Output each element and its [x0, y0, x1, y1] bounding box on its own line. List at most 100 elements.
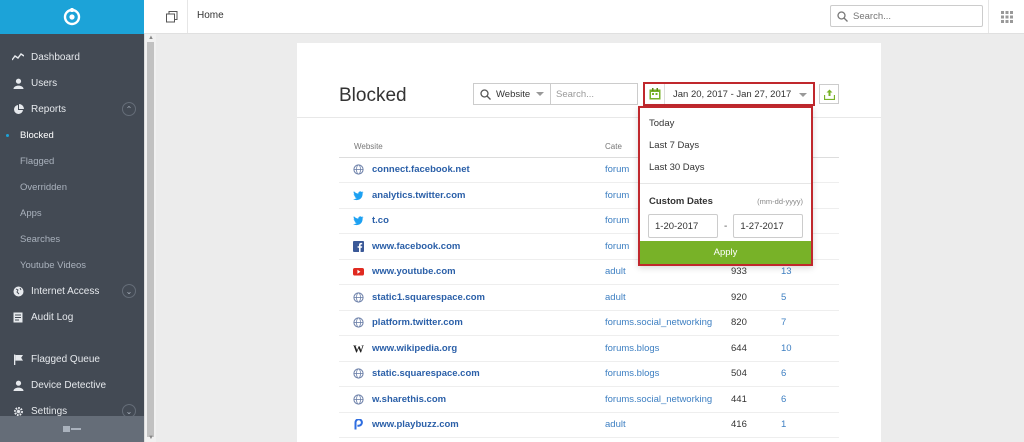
- category-cell[interactable]: forums.social_networking: [605, 310, 731, 336]
- website-link[interactable]: analytics.twitter.com: [372, 190, 465, 201]
- users-link[interactable]: 6: [781, 368, 786, 379]
- apps-grid-button[interactable]: [988, 0, 1024, 33]
- sidebar-item-device-detective[interactable]: Device Detective: [0, 372, 144, 398]
- filter-search-input[interactable]: Search...: [550, 83, 638, 105]
- website-cell[interactable]: static1.squarespace.com: [339, 284, 605, 311]
- search-input[interactable]: [853, 10, 973, 22]
- sidebar-collapse-button[interactable]: [0, 416, 144, 442]
- website-cell[interactable]: www.youtube.com: [339, 259, 605, 285]
- category-cell[interactable]: forums.social_networking: [605, 386, 731, 413]
- table-row[interactable]: platform.twitter.com forums.social_networ…: [339, 310, 839, 336]
- sidebar-item-blocked[interactable]: Blocked: [0, 122, 144, 148]
- category-cell[interactable]: forums.blogs: [605, 361, 731, 387]
- category-link[interactable]: forum: [605, 215, 629, 226]
- sidebar-item-label: Reports: [31, 103, 67, 115]
- sidebar-item-flagged-queue[interactable]: Flagged Queue: [0, 346, 144, 372]
- users-cell[interactable]: 1: [781, 412, 839, 438]
- chevron-up-icon[interactable]: ⌃: [122, 102, 136, 116]
- filter-type-select[interactable]: Website: [473, 83, 551, 105]
- category-link[interactable]: forums.blogs: [605, 343, 659, 354]
- sidebar-item-overridden[interactable]: Overridden: [0, 174, 144, 200]
- globe-icon: [353, 317, 364, 328]
- date-range-picker[interactable]: Jan 20, 2017 - Jan 27, 2017: [643, 82, 815, 106]
- website-link[interactable]: www.facebook.com: [372, 241, 460, 252]
- category-cell[interactable]: forums.blogs: [605, 335, 731, 362]
- website-cell[interactable]: static.squarespace.com: [339, 361, 605, 387]
- users-link[interactable]: 10: [781, 343, 792, 354]
- sidebar-item-internet-access[interactable]: Internet Access ⌄: [0, 278, 144, 304]
- table-row[interactable]: w.sharethis.com forums.social_networking 4…: [339, 386, 839, 413]
- website-cell[interactable]: platform.twitter.com: [339, 310, 605, 336]
- category-link[interactable]: adult: [605, 419, 626, 430]
- users-cell[interactable]: 6: [781, 386, 839, 413]
- window-toggle-button[interactable]: [156, 0, 188, 33]
- sidebar-item-apps[interactable]: Apps: [0, 200, 144, 226]
- website-cell[interactable]: www.playbuzz.com: [339, 412, 605, 438]
- date-option-last-7-days[interactable]: Last 7 Days: [640, 134, 811, 156]
- date-option-today[interactable]: Today: [640, 112, 811, 134]
- sidebar-item-flagged[interactable]: Flagged: [0, 148, 144, 174]
- sidebar-scrollbar[interactable]: ▲ ▼: [144, 34, 156, 442]
- users-cell[interactable]: 7: [781, 310, 839, 336]
- sidebar-item-dashboard[interactable]: Dashboard: [0, 44, 144, 70]
- date-option-last-30-days[interactable]: Last 30 Days: [640, 156, 811, 178]
- logo-bar[interactable]: [0, 0, 144, 34]
- category-link[interactable]: adult: [605, 292, 626, 303]
- website-link[interactable]: t.co: [372, 215, 389, 226]
- users-link[interactable]: 5: [781, 292, 786, 303]
- table-row[interactable]: Wwww.wikipedia.org forums.blogs 644 10: [339, 335, 839, 362]
- sidebar-item-reports[interactable]: Reports ⌃: [0, 96, 144, 122]
- category-link[interactable]: forums.social_networking: [605, 317, 712, 328]
- category-cell[interactable]: adult: [605, 412, 731, 438]
- website-cell[interactable]: analytics.twitter.com: [339, 182, 605, 209]
- website-link[interactable]: www.youtube.com: [372, 266, 456, 277]
- website-cell[interactable]: Wwww.wikipedia.org: [339, 335, 605, 362]
- website-link[interactable]: www.playbuzz.com: [372, 419, 459, 430]
- scrollbar-thumb[interactable]: [147, 42, 154, 437]
- website-cell[interactable]: connect.facebook.net: [339, 157, 605, 183]
- website-link[interactable]: platform.twitter.com: [372, 317, 463, 328]
- website-cell[interactable]: www.facebook.com: [339, 233, 605, 260]
- users-link[interactable]: 6: [781, 394, 786, 405]
- category-link[interactable]: forum: [605, 164, 629, 175]
- sidebar-item-users[interactable]: Users: [0, 70, 144, 96]
- users-link[interactable]: 1: [781, 419, 786, 430]
- website-cell[interactable]: w.sharethis.com: [339, 386, 605, 413]
- scroll-down-icon[interactable]: ▼: [148, 435, 154, 441]
- users-link[interactable]: 13: [781, 266, 792, 277]
- end-date-field[interactable]: 1-27-2017: [733, 214, 804, 238]
- globe-icon: [353, 164, 364, 175]
- table-row[interactable]: static.squarespace.com forums.blogs 504 6: [339, 361, 839, 387]
- website-link[interactable]: connect.facebook.net: [372, 164, 470, 175]
- sidebar-item-audit-log[interactable]: Audit Log: [0, 304, 144, 330]
- start-date-field[interactable]: 1-20-2017: [648, 214, 718, 238]
- chevron-down-icon[interactable]: ⌄: [122, 284, 136, 298]
- table-row[interactable]: static1.squarespace.com adult 920 5: [339, 284, 839, 311]
- svg-text:W: W: [353, 343, 364, 354]
- global-search[interactable]: [830, 5, 983, 27]
- category-link[interactable]: forums.social_networking: [605, 394, 712, 405]
- users-cell[interactable]: 10: [781, 335, 839, 362]
- website-cell[interactable]: t.co: [339, 208, 605, 234]
- sidebar-nav: Dashboard Users Reports ⌃ Blocked Flagge…: [0, 34, 144, 424]
- scroll-up-icon[interactable]: ▲: [148, 35, 154, 41]
- sidebar-item-searches[interactable]: Searches: [0, 226, 144, 252]
- website-link[interactable]: static.squarespace.com: [372, 368, 480, 379]
- category-cell[interactable]: adult: [605, 284, 731, 311]
- users-cell[interactable]: 5: [781, 284, 839, 311]
- apply-button[interactable]: Apply: [640, 241, 811, 264]
- category-link[interactable]: forums.blogs: [605, 368, 659, 379]
- category-link[interactable]: forum: [605, 190, 629, 201]
- users-cell[interactable]: 6: [781, 361, 839, 387]
- column-header-website[interactable]: Website: [339, 137, 605, 158]
- export-button[interactable]: [819, 84, 839, 104]
- category-link[interactable]: adult: [605, 266, 626, 277]
- table-row[interactable]: www.playbuzz.com adult 416 1: [339, 412, 839, 438]
- category-link[interactable]: forum: [605, 241, 629, 252]
- website-link[interactable]: www.wikipedia.org: [372, 343, 457, 354]
- breadcrumb[interactable]: Home: [197, 10, 224, 21]
- website-link[interactable]: w.sharethis.com: [372, 394, 446, 405]
- sidebar-item-youtube-videos[interactable]: Youtube Videos: [0, 252, 144, 278]
- users-link[interactable]: 7: [781, 317, 786, 328]
- website-link[interactable]: static1.squarespace.com: [372, 292, 485, 303]
